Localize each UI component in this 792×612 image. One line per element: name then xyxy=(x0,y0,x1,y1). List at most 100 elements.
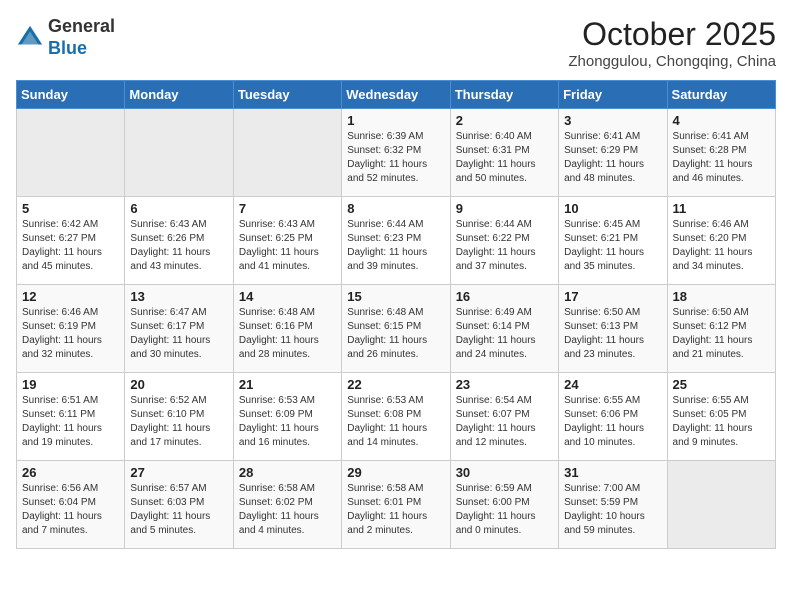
day-info: Sunrise: 6:47 AMSunset: 6:17 PMDaylight:… xyxy=(130,306,227,362)
calendar-cell xyxy=(125,109,233,197)
page-header: General Blue October 2025 Zhonggulou, Ch… xyxy=(16,16,776,70)
day-number: 25 xyxy=(673,377,770,392)
day-number: 24 xyxy=(564,377,661,392)
calendar-cell: 22 Sunrise: 6:53 AMSunset: 6:08 PMDayligh… xyxy=(342,373,450,461)
day-number: 3 xyxy=(564,113,661,128)
day-info: Sunrise: 6:41 AMSunset: 6:28 PMDaylight:… xyxy=(673,130,770,186)
weekday-header: Sunday xyxy=(17,81,125,109)
calendar-cell: 19Sunrise: 6:51 AMSunset: 6:11 PMDayligh… xyxy=(17,373,125,461)
weekday-header: Wednesday xyxy=(342,81,450,109)
logo-blue-text: Blue xyxy=(48,38,87,58)
day-info: Sunrise: 6:48 AMSunset: 6:16 PMDaylight:… xyxy=(239,306,336,362)
day-info: Sunrise: 6:44 AMSunset: 6:22 PMDaylight:… xyxy=(456,218,553,274)
day-number: 13 xyxy=(130,289,227,304)
day-info: Sunrise: 6:40 AMSunset: 6:31 PMDaylight:… xyxy=(456,130,553,186)
calendar-cell: 31 Sunrise: 7:00 AMSunset: 5:59 PMDayligh… xyxy=(559,461,667,549)
day-info: Sunrise: 6:53 AMSunset: 6:09 PMDaylight:… xyxy=(239,394,336,450)
weekday-header: Tuesday xyxy=(233,81,341,109)
weekday-header: Saturday xyxy=(667,81,775,109)
day-number: 7 xyxy=(239,201,336,216)
calendar-cell xyxy=(233,109,341,197)
calendar-cell: 12 Sunrise: 6:46 AMSunset: 6:19 PMDayligh… xyxy=(17,285,125,373)
calendar-cell: 14 Sunrise: 6:48 AMSunset: 6:16 PMDayligh… xyxy=(233,285,341,373)
day-info: Sunrise: 6:42 AMSunset: 6:27 PMDaylight:… xyxy=(22,218,119,274)
day-number: 17 xyxy=(564,289,661,304)
weekday-header: Thursday xyxy=(450,81,558,109)
day-number: 4 xyxy=(673,113,770,128)
day-info: Sunrise: 6:46 AMSunset: 6:19 PMDaylight:… xyxy=(22,306,119,362)
calendar-cell: 21 Sunrise: 6:53 AMSunset: 6:09 PMDayligh… xyxy=(233,373,341,461)
calendar-week-row: 1Sunrise: 6:39 AMSunset: 6:32 PMDaylight… xyxy=(17,109,776,197)
day-info: Sunrise: 6:50 AMSunset: 6:13 PMDaylight:… xyxy=(564,306,661,362)
day-number: 15 xyxy=(347,289,444,304)
day-info: Sunrise: 6:46 AMSunset: 6:20 PMDaylight:… xyxy=(673,218,770,274)
calendar-cell: 3 Sunrise: 6:41 AMSunset: 6:29 PMDaylight… xyxy=(559,109,667,197)
calendar-cell: 27 Sunrise: 6:57 AMSunset: 6:03 PMDayligh… xyxy=(125,461,233,549)
calendar-body: 1Sunrise: 6:39 AMSunset: 6:32 PMDaylight… xyxy=(17,109,776,549)
calendar-cell: 15 Sunrise: 6:48 AMSunset: 6:15 PMDayligh… xyxy=(342,285,450,373)
day-number: 6 xyxy=(130,201,227,216)
day-number: 2 xyxy=(456,113,553,128)
day-number: 10 xyxy=(564,201,661,216)
calendar-cell: 30Sunrise: 6:59 AMSunset: 6:00 PMDayligh… xyxy=(450,461,558,549)
day-number: 5 xyxy=(22,201,119,216)
calendar-table: SundayMondayTuesdayWednesdayThursdayFrid… xyxy=(16,80,776,549)
weekday-row: SundayMondayTuesdayWednesdayThursdayFrid… xyxy=(17,81,776,109)
calendar-cell: 10 Sunrise: 6:45 AMSunset: 6:21 PMDayligh… xyxy=(559,197,667,285)
calendar-cell: 29Sunrise: 6:58 AMSunset: 6:01 PMDayligh… xyxy=(342,461,450,549)
calendar-cell: 17 Sunrise: 6:50 AMSunset: 6:13 PMDayligh… xyxy=(559,285,667,373)
day-number: 12 xyxy=(22,289,119,304)
day-info: Sunrise: 6:48 AMSunset: 6:15 PMDaylight:… xyxy=(347,306,444,362)
day-info: Sunrise: 6:57 AMSunset: 6:03 PMDaylight:… xyxy=(130,482,227,538)
day-number: 26 xyxy=(22,465,119,480)
calendar-cell: 8 Sunrise: 6:44 AMSunset: 6:23 PMDaylight… xyxy=(342,197,450,285)
day-info: Sunrise: 6:44 AMSunset: 6:23 PMDaylight:… xyxy=(347,218,444,274)
day-info: Sunrise: 6:58 AMSunset: 6:02 PMDaylight:… xyxy=(239,482,336,538)
calendar-week-row: 5 Sunrise: 6:42 AMSunset: 6:27 PMDaylight… xyxy=(17,197,776,285)
day-info: Sunrise: 7:00 AMSunset: 5:59 PMDaylight:… xyxy=(564,482,661,538)
calendar-week-row: 26 Sunrise: 6:56 AMSunset: 6:04 PMDayligh… xyxy=(17,461,776,549)
calendar-cell: 20Sunrise: 6:52 AMSunset: 6:10 PMDayligh… xyxy=(125,373,233,461)
calendar-cell: 7 Sunrise: 6:43 AMSunset: 6:25 PMDaylight… xyxy=(233,197,341,285)
day-number: 27 xyxy=(130,465,227,480)
day-info: Sunrise: 6:45 AMSunset: 6:21 PMDaylight:… xyxy=(564,218,661,274)
day-number: 31 xyxy=(564,465,661,480)
day-info: Sunrise: 6:54 AMSunset: 6:07 PMDaylight:… xyxy=(456,394,553,450)
day-info: Sunrise: 6:59 AMSunset: 6:00 PMDaylight:… xyxy=(456,482,553,538)
calendar-cell: 24 Sunrise: 6:55 AMSunset: 6:06 PMDayligh… xyxy=(559,373,667,461)
day-info: Sunrise: 6:53 AMSunset: 6:08 PMDaylight:… xyxy=(347,394,444,450)
day-number: 21 xyxy=(239,377,336,392)
weekday-header: Friday xyxy=(559,81,667,109)
day-info: Sunrise: 6:56 AMSunset: 6:04 PMDaylight:… xyxy=(22,482,119,538)
calendar-cell: 13 Sunrise: 6:47 AMSunset: 6:17 PMDayligh… xyxy=(125,285,233,373)
day-number: 14 xyxy=(239,289,336,304)
logo-icon xyxy=(16,24,44,52)
calendar-cell: 18Sunrise: 6:50 AMSunset: 6:12 PMDayligh… xyxy=(667,285,775,373)
calendar-title: October 2025 xyxy=(568,16,776,53)
day-number: 8 xyxy=(347,201,444,216)
calendar-cell: 4 Sunrise: 6:41 AMSunset: 6:28 PMDaylight… xyxy=(667,109,775,197)
calendar-week-row: 12 Sunrise: 6:46 AMSunset: 6:19 PMDayligh… xyxy=(17,285,776,373)
calendar-cell: 23 Sunrise: 6:54 AMSunset: 6:07 PMDayligh… xyxy=(450,373,558,461)
day-number: 23 xyxy=(456,377,553,392)
calendar-cell: 9Sunrise: 6:44 AMSunset: 6:22 PMDaylight… xyxy=(450,197,558,285)
day-number: 28 xyxy=(239,465,336,480)
day-info: Sunrise: 6:55 AMSunset: 6:06 PMDaylight:… xyxy=(564,394,661,450)
day-number: 1 xyxy=(347,113,444,128)
calendar-cell: 6 Sunrise: 6:43 AMSunset: 6:26 PMDaylight… xyxy=(125,197,233,285)
logo-general-text: General xyxy=(48,16,115,36)
calendar-cell: 11 Sunrise: 6:46 AMSunset: 6:20 PMDayligh… xyxy=(667,197,775,285)
calendar-cell: 5 Sunrise: 6:42 AMSunset: 6:27 PMDaylight… xyxy=(17,197,125,285)
day-info: Sunrise: 6:41 AMSunset: 6:29 PMDaylight:… xyxy=(564,130,661,186)
day-info: Sunrise: 6:51 AMSunset: 6:11 PMDaylight:… xyxy=(22,394,119,450)
day-number: 20 xyxy=(130,377,227,392)
day-number: 11 xyxy=(673,201,770,216)
day-info: Sunrise: 6:43 AMSunset: 6:25 PMDaylight:… xyxy=(239,218,336,274)
day-number: 22 xyxy=(347,377,444,392)
day-info: Sunrise: 6:43 AMSunset: 6:26 PMDaylight:… xyxy=(130,218,227,274)
calendar-cell xyxy=(667,461,775,549)
calendar-header: SundayMondayTuesdayWednesdayThursdayFrid… xyxy=(17,81,776,109)
day-number: 16 xyxy=(456,289,553,304)
calendar-week-row: 19Sunrise: 6:51 AMSunset: 6:11 PMDayligh… xyxy=(17,373,776,461)
calendar-cell: 16Sunrise: 6:49 AMSunset: 6:14 PMDayligh… xyxy=(450,285,558,373)
